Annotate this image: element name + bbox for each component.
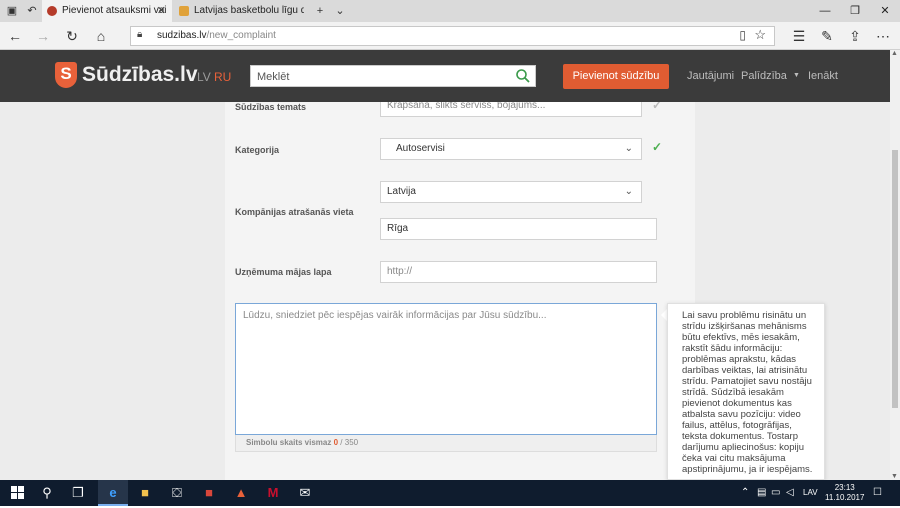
search-input[interactable] — [257, 69, 507, 84]
site-header: S Sūdzības.lv LV RU Pievienot sūdzību Ja… — [0, 50, 890, 102]
help-menu[interactable]: Palīdzība ▼ — [741, 70, 800, 82]
topic-input[interactable]: Krāpšana, slikts serviss, bojājums... — [380, 102, 642, 117]
scroll-down-icon[interactable]: ▼ — [891, 473, 898, 480]
faq-link[interactable]: Jautājumi — [687, 70, 734, 82]
refresh-icon[interactable]: ↻ — [63, 27, 81, 45]
category-select[interactable]: Autoservisi ⌄ — [380, 138, 642, 160]
description-tooltip: Lai savu problēmu risinātu un strīdu izš… — [667, 303, 825, 480]
edge-browser-icon[interactable]: e — [98, 480, 128, 506]
chevron-down-icon: ⌄ — [624, 186, 633, 197]
website-label: Uzņēmuma mājas lapa — [235, 267, 332, 277]
scroll-up-icon[interactable]: ▲ — [891, 50, 898, 57]
tab-basketbols[interactable]: Latvijas basketbolu līgu dire — [174, 0, 304, 22]
clock-time: 23:13 — [834, 483, 855, 492]
back-icon[interactable]: ← — [6, 27, 24, 45]
topic-check-icon: ✓ — [652, 102, 663, 112]
tab-manager-icon[interactable]: ▣ — [4, 3, 20, 19]
search-box — [250, 65, 536, 87]
new-tab-icon[interactable]: + — [312, 3, 328, 19]
address-bar[interactable]: 🔒︎ sudzibas.lv/new_complaint ▯ ☆ — [130, 26, 775, 46]
home-icon[interactable]: ⌂ — [92, 27, 110, 45]
scroll-thumb[interactable] — [892, 150, 898, 408]
battery-icon[interactable]: ▭ — [771, 487, 780, 498]
tooltip-text: Lai savu problēmu risinātu un strīdu izš… — [682, 310, 813, 475]
web-notes-icon[interactable]: ✎ — [818, 27, 836, 45]
logo-shield-icon[interactable]: S — [55, 62, 77, 88]
forward-icon[interactable]: → — [34, 27, 52, 45]
dropdown-caret-icon: ▼ — [792, 72, 800, 79]
search-icon[interactable] — [515, 68, 531, 84]
action-center-icon[interactable]: ☐ — [873, 487, 882, 498]
close-tab-icon[interactable]: ✕ — [157, 0, 166, 22]
complaint-form-area: Sūdzības temats Krāpšana, slikts serviss… — [0, 102, 890, 480]
character-counter: Simbolu skaits vismaz 0 / 350 — [235, 435, 657, 452]
network-icon[interactable]: ▤ — [757, 487, 766, 498]
app-icon[interactable]: ■ — [194, 480, 224, 506]
mcafee-icon[interactable]: M — [258, 480, 288, 506]
website-input[interactable]: http:// — [380, 261, 657, 283]
minimize-icon[interactable]: — — [810, 0, 840, 22]
language-lv-link[interactable]: LV — [197, 70, 211, 84]
clock-date: 11.10.2017 — [825, 493, 865, 502]
city-input[interactable]: Rīga — [380, 218, 657, 240]
volume-icon[interactable]: ◁ — [786, 487, 794, 498]
site-favicon-icon — [179, 6, 189, 16]
counter-current: 0 — [333, 438, 339, 447]
category-label: Kategorija — [235, 145, 280, 155]
input-language[interactable]: LAV — [803, 488, 818, 497]
login-link[interactable]: Ienākt — [808, 70, 838, 82]
tab-pievienot[interactable]: Pievienot atsauksmi vai ✕ — [42, 0, 172, 22]
windows-taskbar: ⚲ ❐ e ■ ⛋ ■ ▲ M ✉ ⌃ ▤ ▭ ◁ LAV 23:13 11.1… — [0, 480, 900, 506]
chevron-down-icon: ⌄ — [624, 143, 633, 154]
category-check-icon: ✓ — [652, 140, 663, 154]
pdf-reader-icon[interactable]: ▲ — [226, 480, 256, 506]
task-view-icon[interactable]: ❐ — [63, 480, 93, 506]
tab-title: Latvijas basketbolu līgu dire — [194, 5, 304, 16]
city-value: Rīga — [387, 223, 409, 234]
clock[interactable]: 23:13 11.10.2017 — [825, 483, 864, 503]
set-aside-tabs-icon[interactable]: ↶ — [24, 3, 40, 19]
file-explorer-icon[interactable]: ■ — [130, 480, 160, 506]
help-label: Palīdzība — [741, 70, 787, 82]
counter-label: Simbolu skaits vismaz — [246, 438, 332, 447]
favorites-hub-icon[interactable]: ☰ — [790, 27, 808, 45]
description-textarea[interactable]: Lūdzu, sniedziet pēc iespējas vairāk inf… — [235, 303, 657, 435]
search-icon[interactable]: ⚲ — [32, 480, 62, 506]
restore-icon[interactable]: ❐ — [840, 0, 870, 22]
start-windows-icon[interactable] — [2, 480, 32, 506]
country-value: Latvija — [387, 186, 416, 197]
topic-placeholder: Krāpšana, slikts serviss, bojājums... — [387, 102, 546, 111]
logo-text[interactable]: Sūdzības.lv — [82, 63, 198, 87]
tab-preview-chevron-icon[interactable]: ⌄ — [332, 3, 348, 19]
store-icon[interactable]: ⛋ — [162, 480, 192, 506]
counter-required: / 350 — [340, 438, 359, 447]
page-scrollbar[interactable]: ▲ ▼ — [890, 50, 900, 480]
website-placeholder: http:// — [387, 266, 413, 277]
share-icon[interactable]: ⇪ — [846, 27, 864, 45]
browser-tab-strip: ▣ ↶ Pievienot atsauksmi vai ✕ Latvijas b… — [0, 0, 900, 22]
category-value: Autoservisi — [396, 143, 445, 154]
reading-view-icon[interactable]: ▯ — [739, 28, 746, 42]
description-placeholder: Lūdzu, sniedziet pēc iespējas vairāk inf… — [243, 310, 547, 321]
tab-title: Pievienot atsauksmi vai — [62, 5, 167, 16]
close-window-icon[interactable]: ✕ — [870, 0, 900, 22]
mail-icon[interactable]: ✉ — [290, 480, 320, 506]
add-complaint-button[interactable]: Pievienot sūdzību — [563, 64, 669, 89]
favorite-star-icon[interactable]: ☆ — [754, 27, 766, 43]
language-ru-link[interactable]: RU — [214, 70, 231, 84]
lock-icon: 🔒︎ — [137, 29, 143, 40]
country-select[interactable]: Latvija ⌄ — [380, 181, 642, 203]
url-text: sudzibas.lv/new_complaint — [157, 30, 276, 41]
more-icon[interactable]: ⋯ — [874, 27, 892, 45]
tray-chevron-icon[interactable]: ⌃ — [741, 487, 749, 498]
topic-label: Sūdzības temats — [235, 102, 307, 112]
location-label: Kompānijas atrašanās vieta — [235, 207, 354, 217]
browser-nav-bar: ← → ↻ ⌂ 🔒︎ sudzibas.lv/new_complaint ▯ ☆… — [0, 22, 900, 50]
site-favicon-icon — [47, 6, 57, 16]
